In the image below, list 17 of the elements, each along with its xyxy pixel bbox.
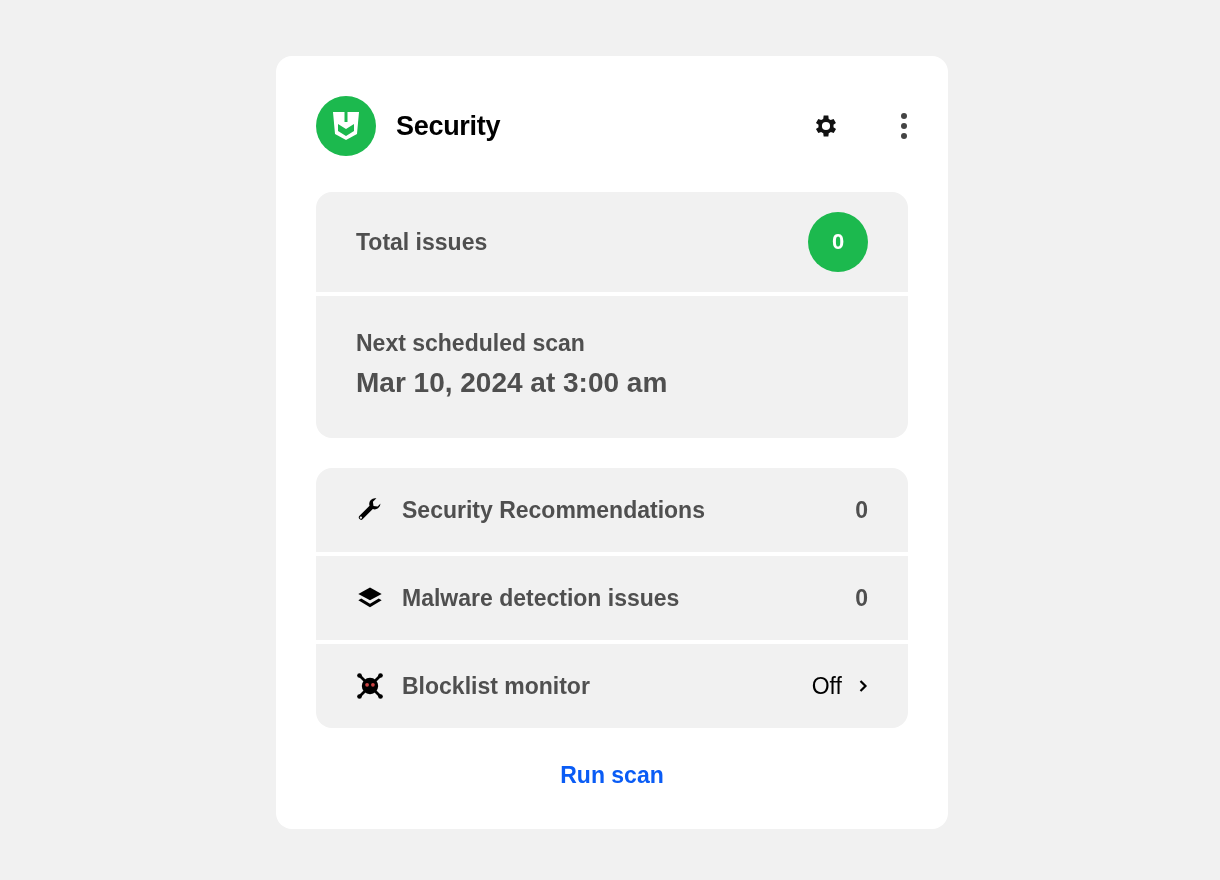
- widget-title: Security: [396, 110, 502, 142]
- scan-label: Next scheduled scan: [356, 330, 586, 357]
- row-count: 0: [855, 584, 868, 612]
- row-label: Blocklist monitor: [402, 672, 590, 700]
- more-options-icon[interactable]: [900, 112, 908, 140]
- scan-time: Mar 10, 2024 at 3:00 am: [356, 367, 669, 399]
- chevron-right-icon: [858, 679, 868, 693]
- row-label: Malware detection issues: [402, 584, 680, 612]
- shield-logo-icon: [316, 96, 376, 156]
- row-status: Off: [811, 672, 842, 700]
- skull-crossbones-icon: [356, 672, 384, 700]
- issue-count-badge: 0: [808, 212, 868, 272]
- list-row[interactable]: Blocklist monitor Off: [316, 644, 908, 728]
- row-label: Security Recommendations: [402, 496, 705, 524]
- row-count: 0: [855, 496, 868, 524]
- run-scan-link[interactable]: Run scan: [560, 762, 664, 788]
- total-issues-label: Total issues: [356, 228, 488, 256]
